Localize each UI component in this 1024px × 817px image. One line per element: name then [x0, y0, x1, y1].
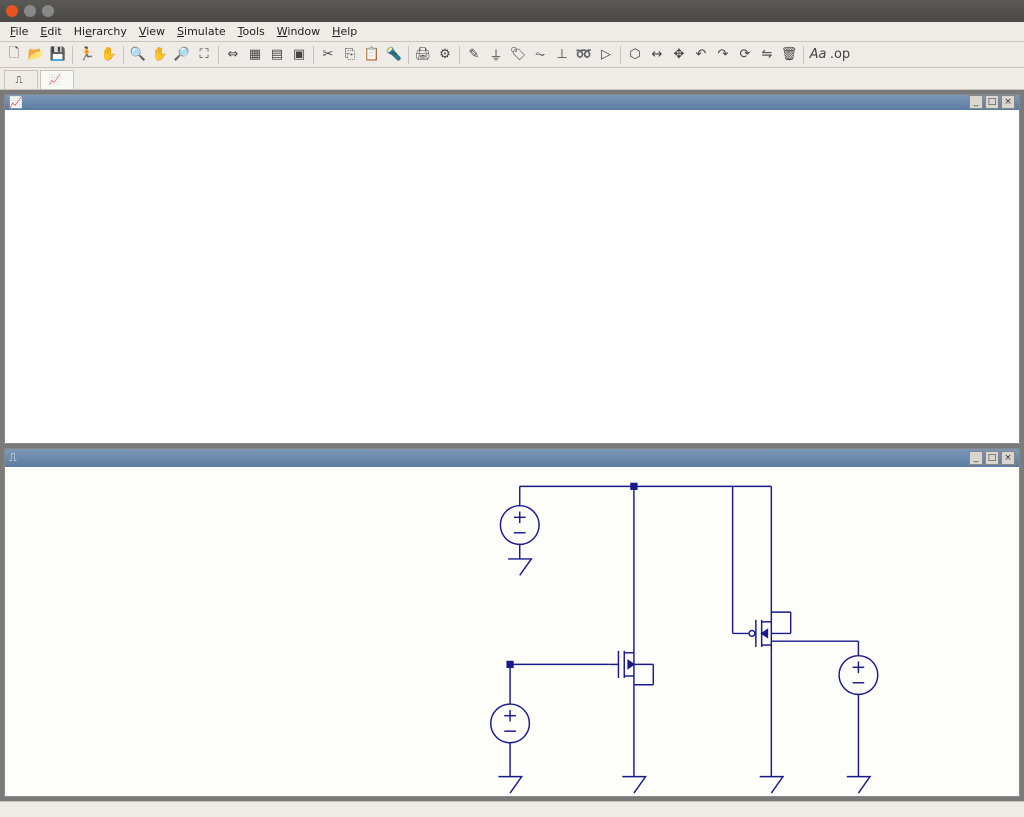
component-icon[interactable]: ⬡ — [625, 45, 645, 65]
close-window-icon[interactable]: ▣ — [289, 45, 309, 65]
diode-icon[interactable]: ▷ — [596, 45, 616, 65]
toolbar-separator — [459, 46, 460, 64]
menu-file[interactable]: File — [4, 23, 34, 40]
text-icon[interactable]: Aa — [808, 45, 828, 65]
toolbar-separator — [803, 46, 804, 64]
toolbar-separator — [313, 46, 314, 64]
copy-icon[interactable]: ⎘ — [340, 45, 360, 65]
menu-hierarchy[interactable]: Hierarchy — [68, 23, 133, 40]
rotate-icon[interactable]: ⟳ — [735, 45, 755, 65]
redo-icon[interactable]: ↷ — [713, 45, 733, 65]
toolbar-separator — [620, 46, 621, 64]
panel-maximize-button[interactable]: □ — [985, 95, 999, 109]
autorange-icon[interactable]: ⇔ — [223, 45, 243, 65]
menubar: File Edit Hierarchy View Simulate Tools … — [0, 22, 1024, 42]
document-tabs: ⎍ 📈 — [0, 68, 1024, 90]
panel-maximize-button[interactable]: □ — [985, 451, 999, 465]
panel-close-button[interactable]: × — [1001, 451, 1015, 465]
plot-svg — [5, 110, 1019, 443]
schematic-svg — [5, 467, 1019, 796]
panel-close-button[interactable]: × — [1001, 95, 1015, 109]
find-icon[interactable]: 🔦 — [384, 45, 404, 65]
schematic-panel-titlebar[interactable]: ⎍ _ □ × — [5, 449, 1019, 467]
tab-raw[interactable]: 📈 — [40, 70, 74, 89]
menu-edit[interactable]: Edit — [34, 23, 67, 40]
toolbar-separator — [123, 46, 124, 64]
toolbar-separator — [408, 46, 409, 64]
toolbar-separator — [72, 46, 73, 64]
window-close-button[interactable] — [6, 5, 18, 17]
move-icon[interactable]: ↔ — [647, 45, 667, 65]
tile-icon[interactable]: ▦ — [245, 45, 265, 65]
print-icon[interactable]: 🖨 — [413, 45, 433, 65]
menu-simulate[interactable]: Simulate — [171, 23, 232, 40]
menu-view[interactable]: View — [133, 23, 171, 40]
window-maximize-button[interactable] — [42, 5, 54, 17]
panel-minimize-button[interactable]: _ — [969, 451, 983, 465]
save-icon[interactable]: 💾 — [48, 45, 68, 65]
undo-icon[interactable]: ↶ — [691, 45, 711, 65]
inductor-icon[interactable]: ➿ — [574, 45, 594, 65]
statusbar — [0, 801, 1024, 817]
waveform-file-icon: 📈 — [49, 74, 61, 86]
menu-window[interactable]: Window — [271, 23, 326, 40]
label-net-icon[interactable]: 🏷 — [508, 45, 528, 65]
plot-panel: 📈 _ □ × — [4, 94, 1020, 444]
cut-icon[interactable]: ✂ — [318, 45, 338, 65]
panel-minimize-button[interactable]: _ — [969, 95, 983, 109]
mirror-icon[interactable]: ⇋ — [757, 45, 777, 65]
schematic-area[interactable] — [5, 467, 1019, 796]
delete-icon[interactable]: 🗑 — [779, 45, 799, 65]
zoom-out-icon[interactable]: 🔎 — [172, 45, 192, 65]
window-minimize-button[interactable] — [24, 5, 36, 17]
pan-icon[interactable]: ✋ — [150, 45, 170, 65]
window-titlebar — [0, 0, 1024, 22]
run-icon[interactable]: 🏃 — [77, 45, 97, 65]
schematic-panel: ⎍ _ □ × — [4, 448, 1020, 797]
waveform-icon: 📈 — [9, 96, 23, 109]
zoom-in-icon[interactable]: 🔍 — [128, 45, 148, 65]
resistor-icon[interactable]: ⏦ — [530, 45, 550, 65]
schematic-icon: ⎍ — [9, 451, 17, 465]
workspace: 📈 _ □ × ⎍ _ □ × — [0, 90, 1024, 801]
cascade-icon[interactable]: ▤ — [267, 45, 287, 65]
menu-tools[interactable]: Tools — [232, 23, 271, 40]
toolbar-separator — [218, 46, 219, 64]
plot-panel-titlebar[interactable]: 📈 _ □ × — [5, 95, 1019, 110]
ground-icon[interactable]: ⏚ — [486, 45, 506, 65]
spice-directive-icon[interactable]: .op — [830, 45, 850, 65]
schematic-file-icon: ⎍ — [13, 74, 25, 86]
plot-area[interactable] — [5, 110, 1019, 443]
capacitor-icon[interactable]: ⊥ — [552, 45, 572, 65]
setup-icon[interactable]: ⚙ — [435, 45, 455, 65]
draw-wire-icon[interactable]: ✎ — [464, 45, 484, 65]
toolbar: 🗋 📂 💾 🏃 ✋ 🔍 ✋ 🔎 ⛶ ⇔ ▦ ▤ ▣ ✂ ⎘ 📋 🔦 🖨 ⚙ ✎ … — [0, 42, 1024, 68]
zoom-fit-icon[interactable]: ⛶ — [194, 45, 214, 65]
drag-icon[interactable]: ✥ — [669, 45, 689, 65]
menu-help[interactable]: Help — [326, 23, 363, 40]
halt-icon[interactable]: ✋ — [99, 45, 119, 65]
new-schematic-icon[interactable]: 🗋 — [4, 45, 24, 65]
paste-icon[interactable]: 📋 — [362, 45, 382, 65]
open-icon[interactable]: 📂 — [26, 45, 46, 65]
tab-asc[interactable]: ⎍ — [4, 70, 38, 89]
